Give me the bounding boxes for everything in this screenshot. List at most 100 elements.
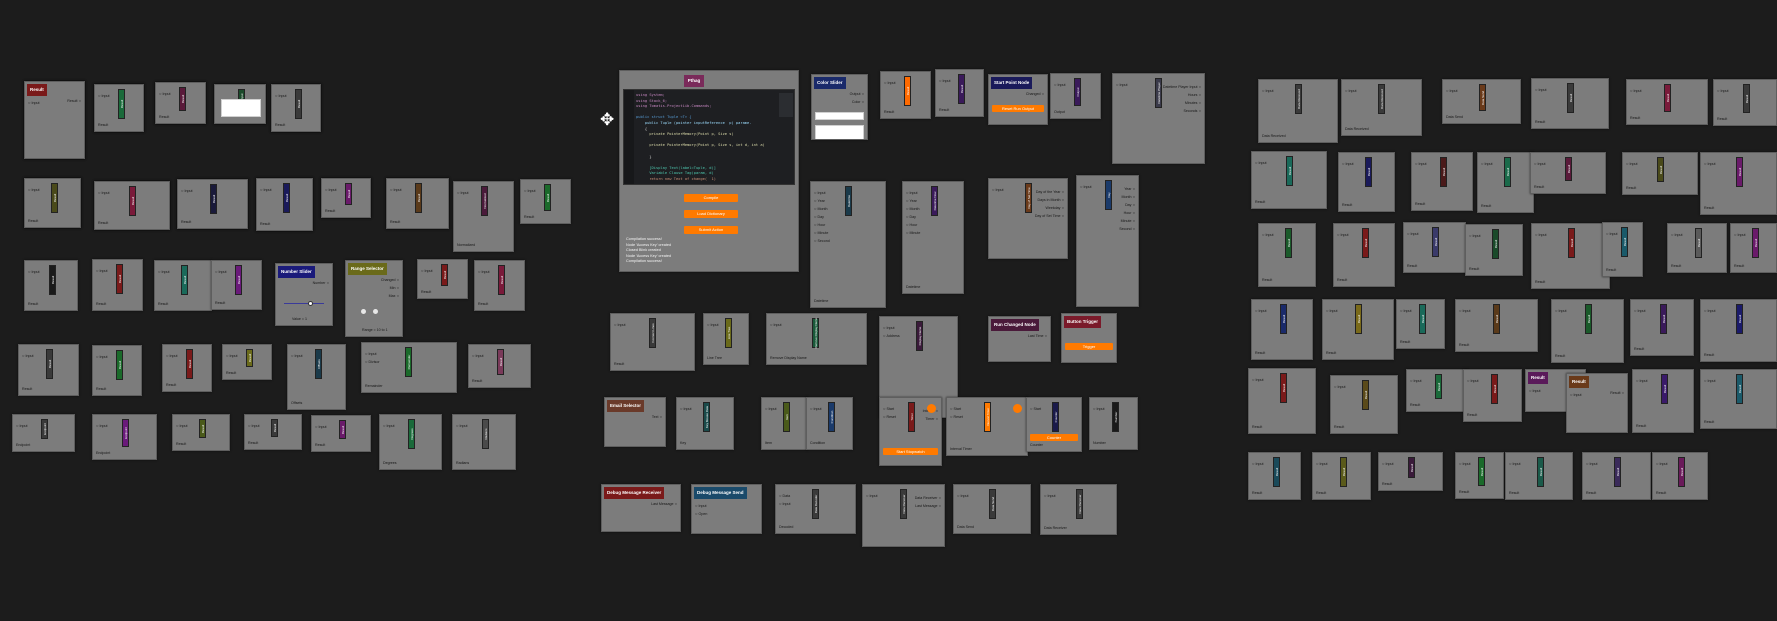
input-port[interactable]: Input bbox=[472, 353, 484, 359]
output-port[interactable]: Result bbox=[158, 302, 168, 307]
node-result[interactable]: Result Input Result bbox=[311, 415, 371, 452]
node-result[interactable]: Result Input Result bbox=[24, 260, 78, 311]
node-title[interactable]: Remainder bbox=[405, 347, 412, 377]
node-title[interactable]: Result bbox=[1567, 83, 1574, 113]
input-port[interactable]: Input bbox=[1255, 160, 1267, 166]
node-item[interactable]: Item Input Item bbox=[761, 397, 808, 450]
node-result[interactable]: Result Input Result bbox=[162, 344, 212, 392]
node-result[interactable]: Result Input Result bbox=[474, 260, 525, 311]
node-result[interactable]: Result Input Result bbox=[24, 81, 85, 159]
node-title[interactable]: Result bbox=[498, 265, 505, 295]
node-result[interactable]: Result Input Result bbox=[1632, 369, 1694, 433]
output-port[interactable]: Result bbox=[1255, 351, 1265, 356]
output-port[interactable]: Result bbox=[226, 371, 236, 376]
output-port[interactable]: Key bbox=[680, 441, 686, 446]
node-email-selector[interactable]: Email Selector Text bbox=[604, 397, 666, 447]
output-port[interactable]: Result bbox=[176, 442, 186, 447]
node-start-point-node[interactable]: Start Point Node Changed Reset Run Output bbox=[988, 74, 1048, 125]
node-title[interactable]: Result bbox=[904, 76, 911, 106]
input-port[interactable]: Input bbox=[866, 493, 878, 499]
input-port[interactable]: Input bbox=[28, 100, 40, 106]
input-port[interactable]: Reset bbox=[950, 414, 963, 420]
input-port[interactable]: Input bbox=[390, 187, 402, 193]
node-title[interactable]: Result bbox=[1440, 157, 1447, 187]
node-data-send[interactable]: Data Send Input Data Send bbox=[1442, 79, 1521, 124]
output-port[interactable]: Month bbox=[1121, 194, 1135, 200]
output-port[interactable]: Result bbox=[1469, 267, 1479, 272]
node-title[interactable]: Result bbox=[116, 350, 123, 380]
input-port[interactable]: Input bbox=[1467, 378, 1479, 384]
output-port[interactable]: Result bbox=[1586, 491, 1596, 496]
node-number[interactable]: Number Input Number bbox=[1089, 397, 1138, 450]
output-port[interactable]: Line Tree bbox=[707, 356, 722, 361]
load-dictionary-button[interactable]: Load Dictionary bbox=[684, 210, 738, 218]
output-port[interactable]: Item bbox=[765, 441, 772, 446]
node-range-selector[interactable]: Range Selector Changed Min Max Range = 10 to… bbox=[345, 260, 403, 337]
input-port[interactable]: Input bbox=[680, 406, 692, 412]
input-port[interactable]: Input bbox=[695, 503, 707, 509]
output-port[interactable]: Result bbox=[260, 222, 270, 227]
output-port[interactable]: Normalized bbox=[457, 243, 475, 248]
node-result[interactable]: Result Input Result bbox=[1333, 223, 1395, 287]
node-result[interactable]: Result Input Result bbox=[24, 178, 81, 228]
node-condition[interactable]: Condition Input Condition bbox=[806, 397, 853, 450]
output-port[interactable]: Max bbox=[389, 293, 399, 299]
node-title[interactable]: Result bbox=[1661, 374, 1668, 404]
output-port[interactable]: Remainder bbox=[365, 384, 383, 389]
output-port[interactable]: Color bbox=[852, 99, 864, 105]
output-port[interactable]: Last Time bbox=[1028, 333, 1047, 339]
node-title[interactable]: Result bbox=[1528, 372, 1548, 384]
node-title[interactable]: Item bbox=[783, 402, 790, 432]
input-port[interactable]: Input bbox=[1080, 184, 1092, 190]
input-port[interactable]: Input bbox=[779, 501, 791, 507]
node-title[interactable]: Result bbox=[49, 265, 56, 295]
output-port[interactable]: Minutes bbox=[1185, 100, 1201, 106]
node-title[interactable]: Connect Lines bbox=[649, 318, 656, 348]
node-title[interactable]: Result bbox=[1280, 304, 1287, 334]
node-result[interactable]: Result Input Result bbox=[520, 179, 571, 224]
node-result[interactable]: Result Input Result bbox=[1566, 373, 1628, 433]
node-result[interactable]: Result Input Result bbox=[1248, 368, 1316, 434]
code-editor[interactable]: using System; using Stack_6; using Tomatis… bbox=[623, 89, 795, 185]
node-title[interactable]: Result bbox=[118, 89, 125, 119]
input-port[interactable]: Divisor bbox=[365, 359, 380, 365]
output-port[interactable]: Hour bbox=[1124, 210, 1135, 216]
node-title[interactable]: Result bbox=[345, 183, 352, 205]
output-port[interactable]: Changed bbox=[381, 277, 399, 283]
output-port[interactable]: Interval Timer bbox=[950, 447, 972, 452]
node-result[interactable]: Result Input Result bbox=[1455, 299, 1538, 352]
node-title[interactable]: Result bbox=[958, 74, 965, 104]
node-button[interactable]: Reset Run Output bbox=[992, 105, 1044, 112]
node-degrees[interactable]: Degrees Input Degrees bbox=[379, 414, 442, 470]
node-title[interactable]: Data Decoder bbox=[812, 489, 819, 519]
input-port[interactable]: Input bbox=[98, 93, 110, 99]
output-port[interactable]: Result bbox=[1509, 491, 1519, 496]
node-title[interactable]: Timer bbox=[908, 402, 915, 432]
node-title[interactable]: Result bbox=[246, 349, 253, 367]
input-port[interactable]: Input bbox=[248, 423, 260, 429]
output-port[interactable]: Last Message bbox=[651, 501, 677, 507]
input-port[interactable]: Input bbox=[1400, 308, 1412, 314]
node-result[interactable]: Result Input Result bbox=[1251, 151, 1327, 209]
node-title[interactable]: Result bbox=[1355, 304, 1362, 334]
node-result[interactable]: Result Input Result bbox=[1505, 452, 1573, 500]
node-title[interactable]: Counter bbox=[1052, 402, 1059, 432]
node-title[interactable]: Range Selector bbox=[348, 263, 387, 275]
node-result[interactable]: Result Input Result bbox=[1251, 299, 1313, 360]
input-port[interactable]: Input bbox=[1535, 232, 1547, 238]
node-result[interactable]: Result Input Result bbox=[1531, 223, 1610, 289]
node-title[interactable]: Result bbox=[27, 84, 47, 96]
output-port[interactable]: Result bbox=[1382, 482, 1392, 487]
input-port[interactable]: Input bbox=[1704, 378, 1716, 384]
output-port[interactable]: Result bbox=[1535, 280, 1545, 285]
node-endpoint[interactable]: Endpoint Input Endpoint bbox=[92, 414, 157, 460]
input-port[interactable]: Input bbox=[96, 268, 108, 274]
output-port[interactable]: Number bbox=[313, 280, 329, 286]
input-port[interactable]: Input bbox=[28, 269, 40, 275]
range-dot-min[interactable] bbox=[361, 309, 366, 314]
input-port[interactable]: Input bbox=[1555, 308, 1567, 314]
output-port[interactable]: Result bbox=[1334, 425, 1344, 430]
node-title[interactable]: Data Send bbox=[1479, 84, 1486, 111]
input-port[interactable]: Input bbox=[524, 188, 536, 194]
node-title[interactable]: Datetime Player bbox=[1155, 78, 1162, 108]
